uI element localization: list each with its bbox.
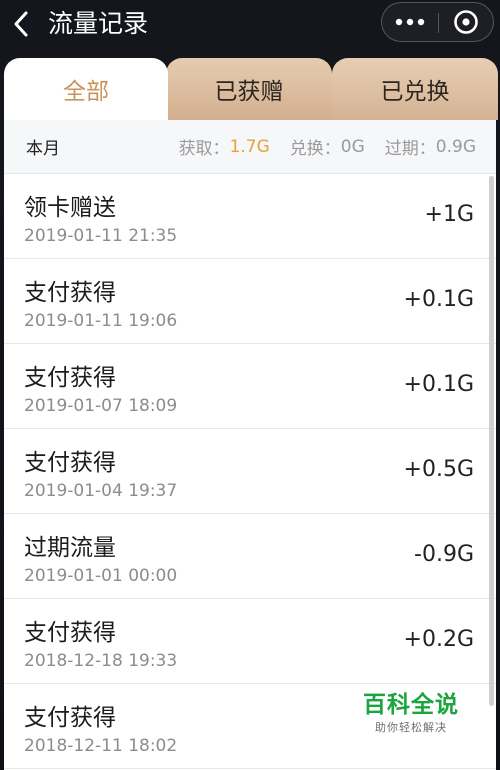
record-name: 过期流量 [24,535,116,561]
record-row[interactable]: 支付获得 2019-01-04 19:37 +0.5G [4,429,496,514]
record-amount: +0.5G [403,457,474,482]
watermark-subtitle: 助你轻松解决 [375,721,447,734]
expired-value: 0.9G [435,136,476,157]
record-time: 2019-01-11 21:35 [24,226,178,246]
exchanged-label: 兑换： [289,139,341,159]
record-time: 2018-12-18 19:33 [24,651,178,671]
record-amount: +0.1G [403,287,474,312]
record-time: 2019-01-07 18:09 [24,396,178,416]
more-button[interactable] [382,3,438,41]
summary-month: 本月 [26,139,60,159]
obtained-value: 1.7G [229,136,270,157]
tab-exchanged[interactable]: 已兑换 [332,58,498,120]
record-amount: +0.2G [403,627,474,652]
record-name: 支付获得 [24,620,116,646]
watermark-title: 百科全说 [363,692,459,718]
mini-program-capsule [381,2,494,42]
record-name: 支付获得 [24,705,116,731]
record-row[interactable]: 支付获得 2019-01-11 19:06 +0.1G [4,259,496,344]
watermark-logo: 百科全说 助你轻松解决 [362,690,460,750]
monthly-summary: 本月 获取： 1.7G 兑换： 0G 过期： 0.9G [4,120,496,174]
scrollbar[interactable] [489,176,494,706]
exchanged-value: 0G [340,136,365,157]
close-circle-icon [454,10,478,34]
close-button[interactable] [439,3,493,41]
record-name: 支付获得 [24,365,116,391]
record-time: 2019-01-04 19:37 [24,481,178,501]
record-amount: +1G [424,202,474,227]
record-row[interactable]: 过期流量 2019-01-01 00:00 -0.9G [4,514,496,599]
record-time: 2019-01-01 00:00 [24,566,178,586]
records-panel: 本月 获取： 1.7G 兑换： 0G 过期： 0.9G 领卡赠送 2019-01… [4,120,496,770]
record-row[interactable]: 领卡赠送 2019-01-11 21:35 +1G [4,174,496,259]
record-row[interactable]: 支付获得 2018-12-18 19:33 +0.2G [4,599,496,684]
record-time: 2019-01-11 19:06 [24,311,178,331]
tab-all[interactable]: 全部 [4,58,168,120]
record-name: 支付获得 [24,450,116,476]
record-name: 领卡赠送 [24,195,116,221]
record-row[interactable]: 支付获得 2019-01-07 18:09 +0.1G [4,344,496,429]
records-list: 领卡赠送 2019-01-11 21:35 +1G 支付获得 2019-01-1… [4,174,496,769]
record-name: 支付获得 [24,280,116,306]
record-amount: +0.1G [403,372,474,397]
obtained-label: 获取： [178,139,230,159]
header: 流量记录 [0,0,500,58]
chevron-left-icon [14,11,28,37]
back-button[interactable] [4,6,40,42]
page: 流量记录 全部 已获赠 已兑换 本月 获取： 1.7G 兑换： 0G 过期： 0… [0,0,500,770]
expired-label: 过期： [384,139,436,159]
record-tabs: 全部 已获赠 已兑换 [0,58,500,120]
record-time: 2018-12-11 18:02 [24,736,178,756]
more-dots-icon [395,18,425,26]
page-title: 流量记录 [48,9,149,38]
record-amount: -0.9G [414,542,474,567]
tab-gifted[interactable]: 已获赠 [166,58,332,120]
